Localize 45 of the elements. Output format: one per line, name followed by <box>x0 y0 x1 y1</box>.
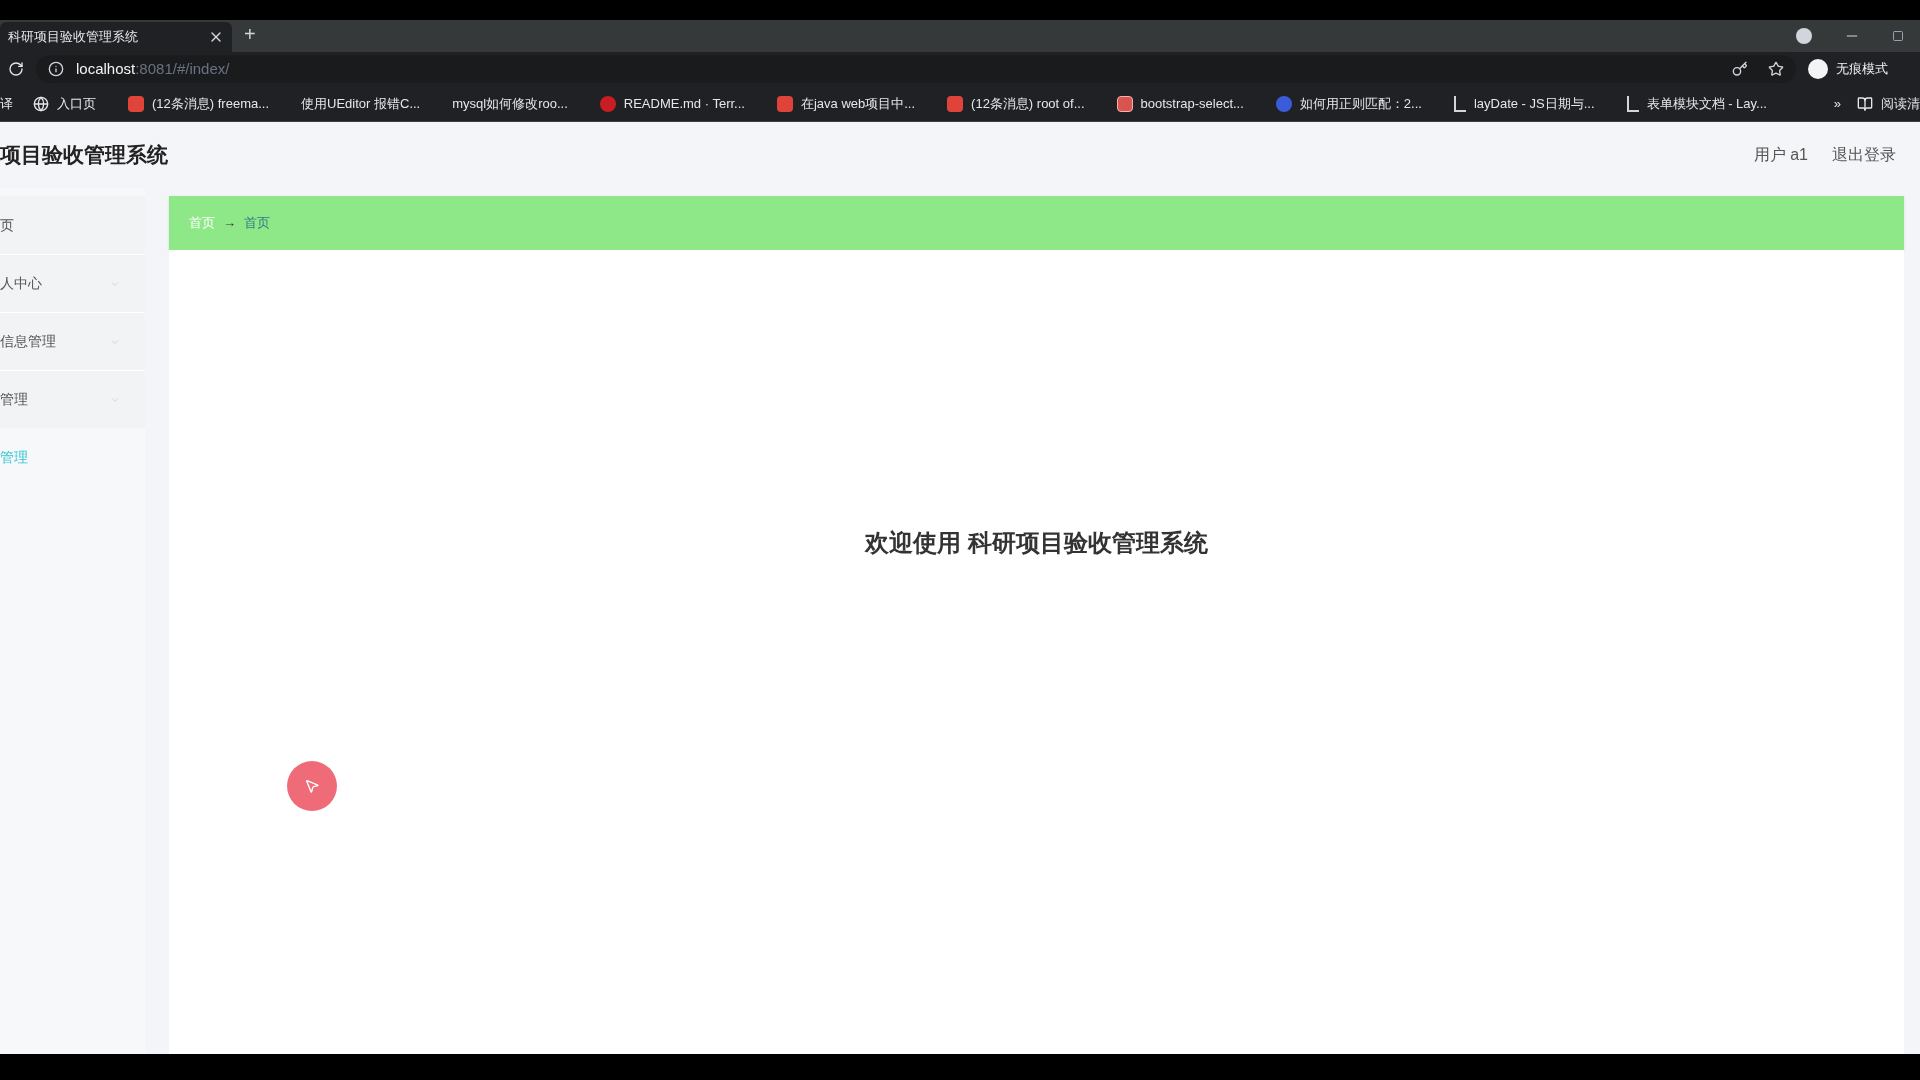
info-icon <box>48 61 64 77</box>
logo-icon <box>599 95 616 112</box>
browser-tab[interactable]: 科研项目验收管理系统 <box>0 22 232 52</box>
breadcrumb-separator: → <box>223 214 236 233</box>
extension-icon[interactable] <box>1796 28 1812 44</box>
bookmark-item[interactable]: README.md · Terr... <box>591 93 753 114</box>
welcome-heading: 欢迎使用 科研项目验收管理系统 <box>865 528 1208 558</box>
bookmark-item[interactable]: (12条消息) root of... <box>939 93 1093 114</box>
bookmark-item[interactable]: 译 <box>0 93 25 114</box>
book-icon <box>1857 95 1873 112</box>
bookmark-item[interactable]: 使用UEditor 报错C... <box>293 93 429 114</box>
bookmark-item[interactable]: mysql如何修改roo... <box>444 93 576 114</box>
bookmark-item[interactable]: 如何用正则匹配：2... <box>1267 93 1430 114</box>
bookmark-item[interactable]: bootstrap-select... <box>1108 93 1252 114</box>
logo-icon <box>776 95 793 112</box>
globe-icon <box>33 95 49 112</box>
maximize-icon[interactable] <box>1892 30 1904 42</box>
bookmark-item[interactable]: layDate - JS日期与... <box>1445 93 1603 114</box>
address-bar[interactable]: localhost:8081/#/index/ <box>36 55 1796 83</box>
cursor-icon <box>304 778 320 794</box>
star-icon[interactable] <box>1768 61 1784 77</box>
reading-list-button[interactable]: 阅读清 <box>1857 93 1920 114</box>
logo-icon <box>1626 95 1639 112</box>
tab-title: 科研项目验收管理系统 <box>8 28 138 47</box>
logo-icon <box>1453 95 1466 112</box>
incognito-badge[interactable]: 无痕模式 <box>1808 59 1912 79</box>
bookmark-item[interactable]: 表单模块文档 - Lay... <box>1618 93 1775 114</box>
user-label: 用户 a1 <box>1753 145 1808 165</box>
sidebar-item[interactable]: 页 <box>0 196 145 254</box>
more-bookmarks-button[interactable]: » <box>1833 93 1841 114</box>
sidebar-item[interactable]: 信息管理 <box>0 312 145 370</box>
logo-icon <box>128 95 144 112</box>
new-tab-button[interactable]: + <box>244 20 256 48</box>
sidebar-item[interactable]: 人中心 <box>0 254 145 312</box>
bookmark-item[interactable]: (12条消息) freema... <box>120 93 278 114</box>
bookmark-item[interactable]: 在java web项目中... <box>768 93 924 114</box>
key-icon[interactable] <box>1732 61 1748 77</box>
logout-link[interactable]: 退出登录 <box>1832 143 1896 167</box>
logo-icon <box>1116 95 1133 112</box>
url-text: localhost:8081/#/index/ <box>76 58 230 79</box>
logo-icon <box>947 95 964 112</box>
sidebar-item[interactable]: 管理 <box>0 370 145 428</box>
bookmark-item[interactable]: 入口页 <box>25 93 104 114</box>
reload-icon[interactable] <box>8 61 24 77</box>
app-title: 项目验收管理系统 <box>0 142 168 169</box>
